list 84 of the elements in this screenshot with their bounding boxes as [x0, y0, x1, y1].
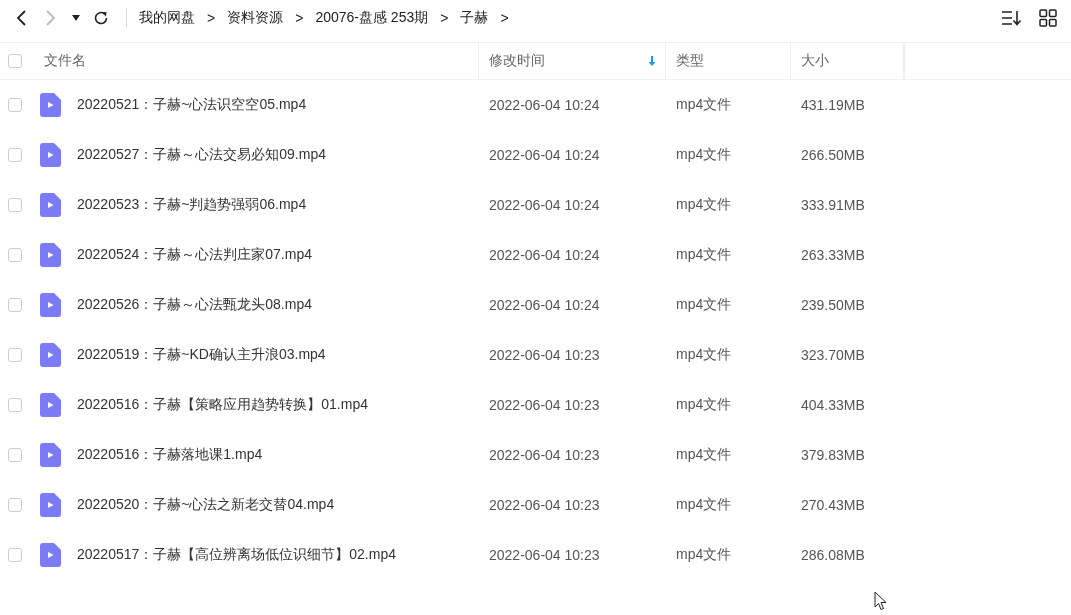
modified-time: 2022-06-04 10:24 [489, 197, 600, 213]
file-type: mp4文件 [676, 346, 732, 364]
file-name[interactable]: 20220527：子赫～心法交易必知09.mp4 [77, 146, 326, 164]
modified-time: 2022-06-04 10:24 [489, 97, 600, 113]
modified-time: 2022-06-04 10:23 [489, 397, 600, 413]
file-name[interactable]: 20220523：子赫~判趋势强弱06.mp4 [77, 196, 307, 214]
file-name[interactable]: 20220526：子赫～心法甄龙头08.mp4 [77, 296, 312, 314]
file-type: mp4文件 [676, 496, 732, 514]
file-size: 333.91MB [801, 197, 865, 213]
modified-time: 2022-06-04 10:23 [489, 497, 600, 513]
video-file-icon [40, 393, 61, 417]
file-type: mp4文件 [676, 96, 732, 114]
file-size: 431.19MB [801, 97, 865, 113]
file-size: 270.43MB [801, 497, 865, 513]
breadcrumb-link[interactable]: 20076-盘感 253期 [315, 9, 429, 27]
modified-time: 2022-06-04 10:24 [489, 297, 600, 313]
file-name[interactable]: 20220516：子赫【策略应用趋势转换】01.mp4 [77, 396, 368, 414]
file-name[interactable]: 20220516：子赫落地课1.mp4 [77, 446, 263, 464]
file-size: 323.70MB [801, 347, 865, 363]
file-size: 286.08MB [801, 547, 865, 563]
file-size: 239.50MB [801, 297, 865, 313]
breadcrumb-separator: > [295, 10, 304, 26]
column-header[interactable]: 文件名 [32, 43, 479, 79]
grid-view-icon[interactable] [1039, 9, 1057, 27]
row-checkbox[interactable] [8, 148, 22, 162]
modified-time: 2022-06-04 10:23 [489, 547, 600, 563]
modified-time: 2022-06-04 10:24 [489, 147, 600, 163]
file-size: 404.33MB [801, 397, 865, 413]
file-type: mp4文件 [676, 196, 732, 214]
dropdown-caret-icon[interactable] [71, 14, 81, 22]
sort-icon[interactable] [1001, 9, 1023, 27]
sort-down-arrow-icon [647, 55, 657, 67]
back-icon[interactable] [15, 9, 27, 27]
file-type: mp4文件 [676, 446, 732, 464]
breadcrumb-link[interactable]: 资料资源 [227, 9, 284, 27]
column-label: 文件名 [44, 52, 86, 70]
video-file-icon [40, 293, 61, 317]
column-header[interactable]: 修改时间 [479, 43, 666, 79]
file-type: mp4文件 [676, 296, 732, 314]
column-label: 类型 [676, 52, 704, 70]
row-checkbox[interactable] [8, 198, 22, 212]
file-name[interactable]: 20220524：子赫～心法判庄家07.mp4 [77, 246, 312, 264]
file-name[interactable]: 20220519：子赫~KD确认主升浪03.mp4 [77, 346, 326, 364]
column-header[interactable]: 大小 [791, 43, 904, 79]
file-name[interactable]: 20220520：子赫~心法之新老交替04.mp4 [77, 496, 335, 514]
column-label: 修改时间 [489, 52, 545, 70]
select-all-checkbox[interactable] [8, 54, 22, 68]
modified-time: 2022-06-04 10:23 [489, 447, 600, 463]
breadcrumb-link[interactable]: 子赫 [460, 9, 489, 27]
modified-time: 2022-06-04 10:23 [489, 347, 600, 363]
mouse-pointer-icon [874, 591, 888, 611]
modified-time: 2022-06-04 10:24 [489, 247, 600, 263]
refresh-icon[interactable] [92, 9, 110, 27]
file-type: mp4文件 [676, 396, 732, 414]
video-file-icon [40, 343, 61, 367]
breadcrumb-separator: > [207, 10, 216, 26]
video-file-icon [40, 243, 61, 267]
column-label: 大小 [801, 52, 829, 70]
file-type: mp4文件 [676, 546, 732, 564]
file-name[interactable]: 20220517：子赫【高位辨离场低位识细节】02.mp4 [77, 546, 396, 564]
row-checkbox[interactable] [8, 348, 22, 362]
row-checkbox[interactable] [8, 548, 22, 562]
file-type: mp4文件 [676, 146, 732, 164]
file-size: 263.33MB [801, 247, 865, 263]
row-checkbox[interactable] [8, 298, 22, 312]
video-file-icon [40, 93, 61, 117]
video-file-icon [40, 193, 61, 217]
breadcrumb-link[interactable]: 我的网盘 [139, 9, 195, 27]
breadcrumb-separator: > [440, 10, 449, 26]
file-size: 266.50MB [801, 147, 865, 163]
breadcrumb-separator: > [500, 10, 509, 26]
video-file-icon [40, 143, 61, 167]
file-name[interactable]: 20220521：子赫~心法识空空05.mp4 [77, 96, 307, 114]
file-type: mp4文件 [676, 246, 732, 264]
file-size: 379.83MB [801, 447, 865, 463]
video-file-icon [40, 443, 61, 467]
row-checkbox[interactable] [8, 98, 22, 112]
video-file-icon [40, 493, 61, 517]
column-header[interactable]: 类型 [666, 43, 791, 79]
video-file-icon [40, 543, 61, 567]
row-checkbox[interactable] [8, 498, 22, 512]
row-checkbox[interactable] [8, 398, 22, 412]
row-checkbox[interactable] [8, 248, 22, 262]
row-checkbox[interactable] [8, 448, 22, 462]
